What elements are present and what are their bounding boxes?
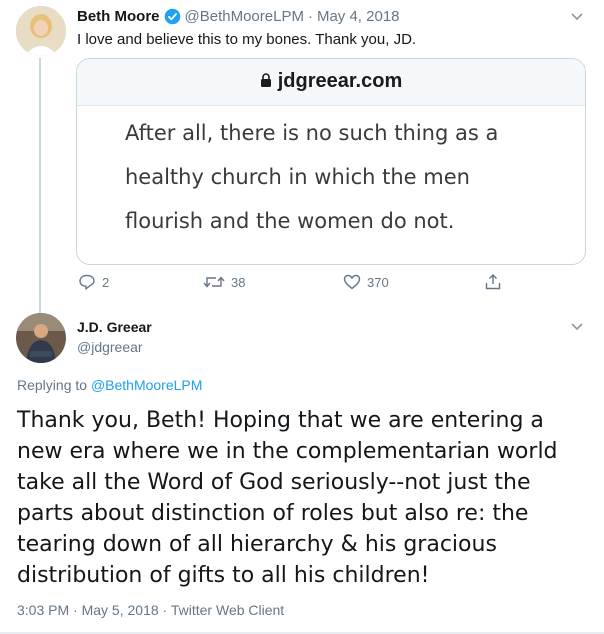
card-browser-bar: jdgreear.com xyxy=(77,59,585,106)
reply-button[interactable]: 2 xyxy=(78,274,109,290)
card-quote: After all, there is no such thing as a h… xyxy=(125,121,499,233)
avatar-beth-moore[interactable] xyxy=(16,6,66,56)
tweet-text: I love and believe this to my bones. Tha… xyxy=(77,31,417,48)
author-handle[interactable]: @jdgreear xyxy=(77,339,143,355)
reply-count: 2 xyxy=(102,274,110,290)
author-name[interactable]: Beth Moore xyxy=(77,8,160,25)
chevron-down-icon[interactable] xyxy=(569,10,585,28)
replying-to: Replying to @BethMooreLPM xyxy=(17,377,202,393)
reply-icon xyxy=(79,274,95,290)
author-name[interactable]: J.D. Greear xyxy=(77,319,152,335)
avatar-image xyxy=(16,313,66,363)
chevron-down-icon[interactable] xyxy=(569,320,585,338)
card-domain-text: jdgreear.com xyxy=(277,70,403,92)
header-separator: · xyxy=(307,8,313,25)
thread-line xyxy=(39,58,41,316)
replying-prefix: Replying to xyxy=(17,377,88,393)
retweet-button[interactable]: 38 xyxy=(203,274,245,290)
meta-separator: · xyxy=(162,602,168,618)
avatar-jd-greear[interactable] xyxy=(16,313,66,363)
meta-separator: · xyxy=(73,602,78,618)
retweet-icon xyxy=(203,276,225,288)
verified-badge-icon xyxy=(164,8,181,25)
avatar-image xyxy=(16,6,66,56)
retweet-count: 38 xyxy=(231,274,246,290)
author-handle[interactable]: @BethMooreLPM xyxy=(185,8,304,25)
tweet-date[interactable]: May 5, 2018 xyxy=(82,602,159,618)
lock-icon xyxy=(260,71,272,94)
card-domain: jdgreear.com xyxy=(77,70,585,94)
heart-icon xyxy=(343,274,361,290)
link-card[interactable]: jdgreear.com After all, there is no such… xyxy=(76,58,586,265)
like-button[interactable]: 370 xyxy=(343,274,389,290)
tweet1-header: Beth Moore @BethMooreLPM · May 4, 2018 xyxy=(77,8,400,25)
tweet-meta: 3:03 PM · May 5, 2018 · Twitter Web Clie… xyxy=(17,602,284,618)
like-count: 370 xyxy=(367,274,389,290)
tweet-client[interactable]: Twitter Web Client xyxy=(171,602,284,618)
share-button[interactable] xyxy=(484,273,502,291)
tweet-date[interactable]: May 4, 2018 xyxy=(317,8,400,25)
share-icon xyxy=(485,274,501,290)
tweet-text: Thank you, Beth! Hoping that we are ente… xyxy=(17,408,558,588)
replying-handle-link[interactable]: @BethMooreLPM xyxy=(91,377,202,393)
tweet-time[interactable]: 3:03 PM xyxy=(17,602,69,618)
